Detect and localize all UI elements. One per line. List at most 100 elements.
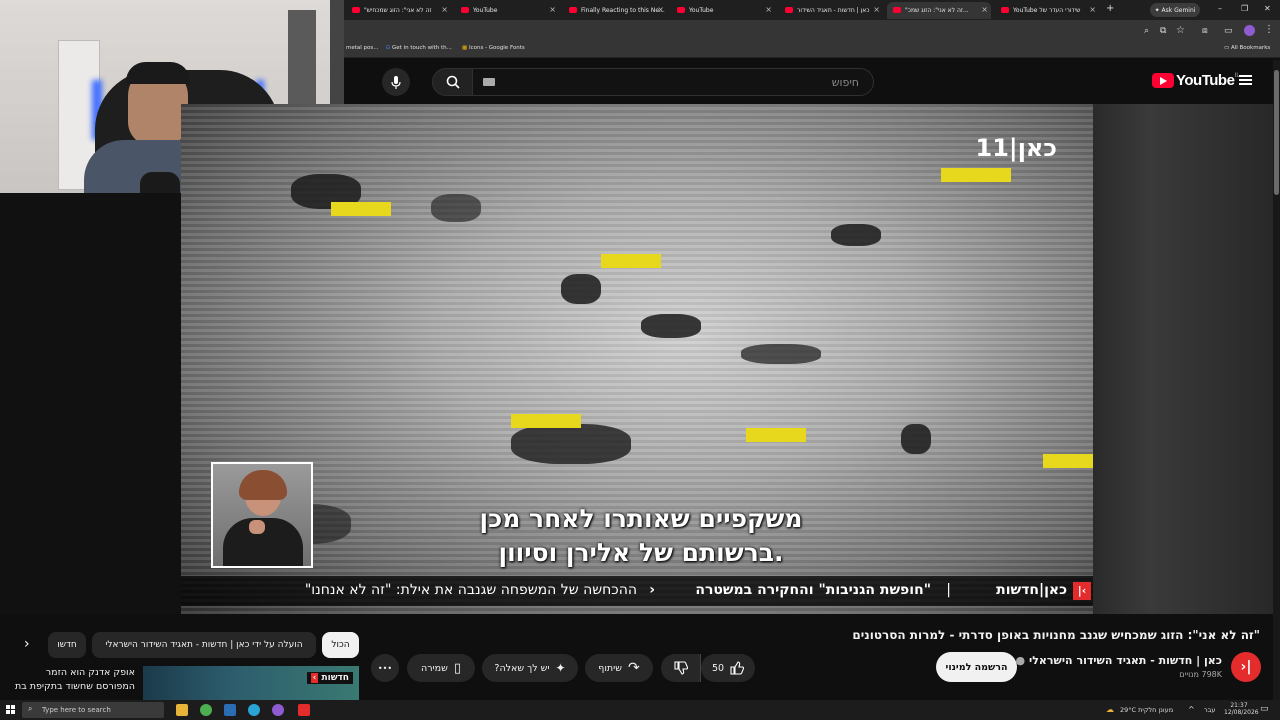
- browser-tab-active[interactable]: "זה לא אני": הזוג שמכ... ×: [887, 2, 991, 19]
- hamburger-menu-icon[interactable]: [1239, 75, 1252, 85]
- clock[interactable]: 21:37 12/08/2026: [1224, 702, 1259, 716]
- sparkle-icon: ✦: [1154, 6, 1162, 14]
- youtube-logo[interactable]: YouTube IL: [1152, 72, 1240, 89]
- subscribe-button[interactable]: הרשמה למינוי: [936, 652, 1017, 682]
- ticker-brand: כאן|חדשות: [996, 582, 1067, 598]
- page-scrollbar[interactable]: [1273, 60, 1280, 700]
- video-title: "זה לא אני": הזוג שמכחיש שגנב מחנויות בא…: [852, 628, 1260, 642]
- youtube-favicon-icon: [569, 7, 577, 13]
- close-tab-icon[interactable]: ×: [657, 5, 664, 14]
- cast-icon[interactable]: ⧉: [1160, 26, 1166, 36]
- language-indicator[interactable]: עבר: [1204, 706, 1216, 714]
- video-player[interactable]: כאן|11 משקפיים שאותרו לאחר מכן ברשותם של…: [181, 104, 1093, 614]
- close-tab-icon[interactable]: ×: [873, 5, 880, 14]
- chevron-right-icon[interactable]: ›: [24, 636, 30, 652]
- chrome-icon[interactable]: [200, 704, 212, 716]
- bookmarks-bar: metal pos... G Get in touch with th... ▦…: [344, 42, 1280, 58]
- save-button[interactable]: ▯ שמירה: [407, 654, 475, 682]
- close-tab-icon[interactable]: ×: [981, 5, 988, 14]
- search-icon: [446, 75, 460, 89]
- notifications-icon[interactable]: ▭: [1260, 704, 1269, 714]
- search-input[interactable]: חיפוש: [472, 68, 874, 96]
- channel-name[interactable]: כאן | חדשות - תאגיד השידור הישראלי ●: [1016, 654, 1223, 667]
- voice-search-button[interactable]: [382, 68, 410, 96]
- close-tab-icon[interactable]: ×: [1089, 5, 1096, 14]
- dislike-button[interactable]: [661, 654, 701, 682]
- chip-news[interactable]: חדשו: [48, 632, 86, 658]
- news-ticker: ›| כאן|חדשות | "חופשת הגניבות" והחקירה ב…: [181, 576, 1093, 606]
- app-icon[interactable]: [272, 704, 284, 716]
- chip-uploaded-by[interactable]: הועלה על ידי כאן | חדשות - תאגיד השידור …: [92, 632, 316, 658]
- telegram-icon[interactable]: [248, 704, 260, 716]
- thumbs-up-icon: [730, 661, 745, 675]
- bookmark-item[interactable]: metal pos...: [346, 45, 379, 51]
- subtitle-line-2: ברשותם של אלירן וסיוון.: [498, 538, 784, 567]
- close-tab-icon[interactable]: ×: [441, 5, 448, 14]
- profile-avatar[interactable]: [1244, 25, 1255, 36]
- browser-tab-bar: "זה לא אני": הזוג שמכחיש × YouTube × Final…: [344, 0, 1280, 20]
- subscriber-count: 798K מנויים: [1179, 670, 1222, 679]
- browser-tab[interactable]: "זה לא אני": הזוג שמכחיש ×: [346, 2, 451, 19]
- share-icon: ↷: [628, 660, 640, 676]
- scrollbar-thumb[interactable]: [1274, 70, 1279, 195]
- keyboard-icon[interactable]: [483, 78, 495, 86]
- sign-language-interpreter: [211, 462, 313, 568]
- youtube-favicon-icon: [1001, 7, 1009, 13]
- terminal-icon[interactable]: [224, 704, 236, 716]
- youtube-favicon-icon: [677, 7, 685, 13]
- search-icon: ⌕: [28, 704, 33, 713]
- browser-tab[interactable]: YouTube שידורי העדר של ×: [995, 2, 1099, 19]
- channel-avatar[interactable]: ›|: [1231, 652, 1261, 682]
- new-tab-button[interactable]: +: [1106, 3, 1114, 14]
- bookmark-item[interactable]: G Get in touch with th...: [386, 45, 452, 51]
- microphone-icon: [391, 75, 401, 89]
- thumbs-down-icon: [673, 661, 688, 675]
- youtube-favicon-icon: [893, 7, 901, 13]
- address-bar-row: ⌕ ⧉ ☆ ⧈ ▭ ⋮: [344, 20, 1280, 42]
- ask-button[interactable]: ✦ יש לך שאלה?: [482, 654, 578, 682]
- theater-side-area: [1093, 104, 1280, 614]
- browser-tab[interactable]: Finally Reacting to this Ne... ×: [563, 2, 667, 19]
- windows-start-icon[interactable]: [6, 705, 16, 715]
- close-window-icon[interactable]: ✕: [1264, 4, 1271, 13]
- google-icon: G: [386, 45, 391, 51]
- all-bookmarks[interactable]: ▭ All Bookmarks: [1224, 45, 1270, 51]
- ticker-headline: "חופשת הגניבות" והחקירה במשטרה: [695, 582, 931, 598]
- weather-text[interactable]: 29°C מעונן חלקית: [1120, 706, 1173, 714]
- tray-chevron-icon[interactable]: ^: [1188, 705, 1195, 714]
- close-tab-icon[interactable]: ×: [765, 5, 772, 14]
- browser-tab[interactable]: YouTube ×: [455, 2, 559, 19]
- like-button[interactable]: 50: [701, 654, 755, 682]
- sidepanel-icon[interactable]: ▭: [1224, 26, 1233, 36]
- maximize-icon[interactable]: ❐: [1241, 4, 1248, 13]
- video-details: "זה לא אני": הזוג שמכחיש שגנב מחנויות בא…: [0, 614, 1280, 714]
- extensions-icon[interactable]: ⧈: [1202, 26, 1208, 36]
- windows-taskbar: ⌕ Type here to search ☁ 29°C מעונן חלקית…: [0, 700, 1280, 720]
- browser-tab[interactable]: כאן | חדשות - תאגיד השידור ×: [779, 2, 883, 19]
- chip-all[interactable]: הכול: [322, 632, 359, 658]
- taskbar-search-input[interactable]: ⌕ Type here to search: [22, 702, 164, 718]
- kan-logo-icon: ›|: [1073, 582, 1091, 600]
- recommendation-title[interactable]: אופק אדנק הוא הזמר המפורסם שחשוד בתקיפת …: [5, 666, 135, 694]
- menu-dots-icon[interactable]: ⋮: [1264, 24, 1274, 35]
- close-tab-icon[interactable]: ×: [549, 5, 556, 14]
- ticker-next: ההכחשה של המשפחה שגנבה את אילת: "זה לא א…: [304, 582, 637, 598]
- bookmark-star-icon[interactable]: ☆: [1176, 25, 1185, 36]
- search-button[interactable]: [432, 68, 474, 96]
- bookmark-icon: ▯: [453, 660, 462, 676]
- minimize-icon[interactable]: –: [1218, 4, 1222, 13]
- share-button[interactable]: ↷ שיתוף: [585, 654, 653, 682]
- channel-watermark: כאן|11: [975, 134, 1057, 162]
- ask-gemini-button[interactable]: ✦ Ask Gemini: [1150, 3, 1200, 17]
- zoom-icon[interactable]: ⌕: [1144, 26, 1149, 36]
- youtube-header: חיפוש YouTube IL: [344, 60, 1280, 104]
- thumb-label: חדשות ›: [306, 672, 353, 684]
- browser-tab[interactable]: YouTube ×: [671, 2, 775, 19]
- file-explorer-icon[interactable]: [176, 704, 188, 716]
- youtube-favicon-icon: [785, 7, 793, 13]
- weather-icon: ☁: [1106, 705, 1114, 714]
- bookmark-item[interactable]: ▦ Icons - Google Fonts: [462, 45, 525, 51]
- recording-icon[interactable]: [298, 704, 310, 716]
- sparkle-icon: ✦: [555, 661, 566, 675]
- more-actions-button[interactable]: •••: [371, 654, 399, 682]
